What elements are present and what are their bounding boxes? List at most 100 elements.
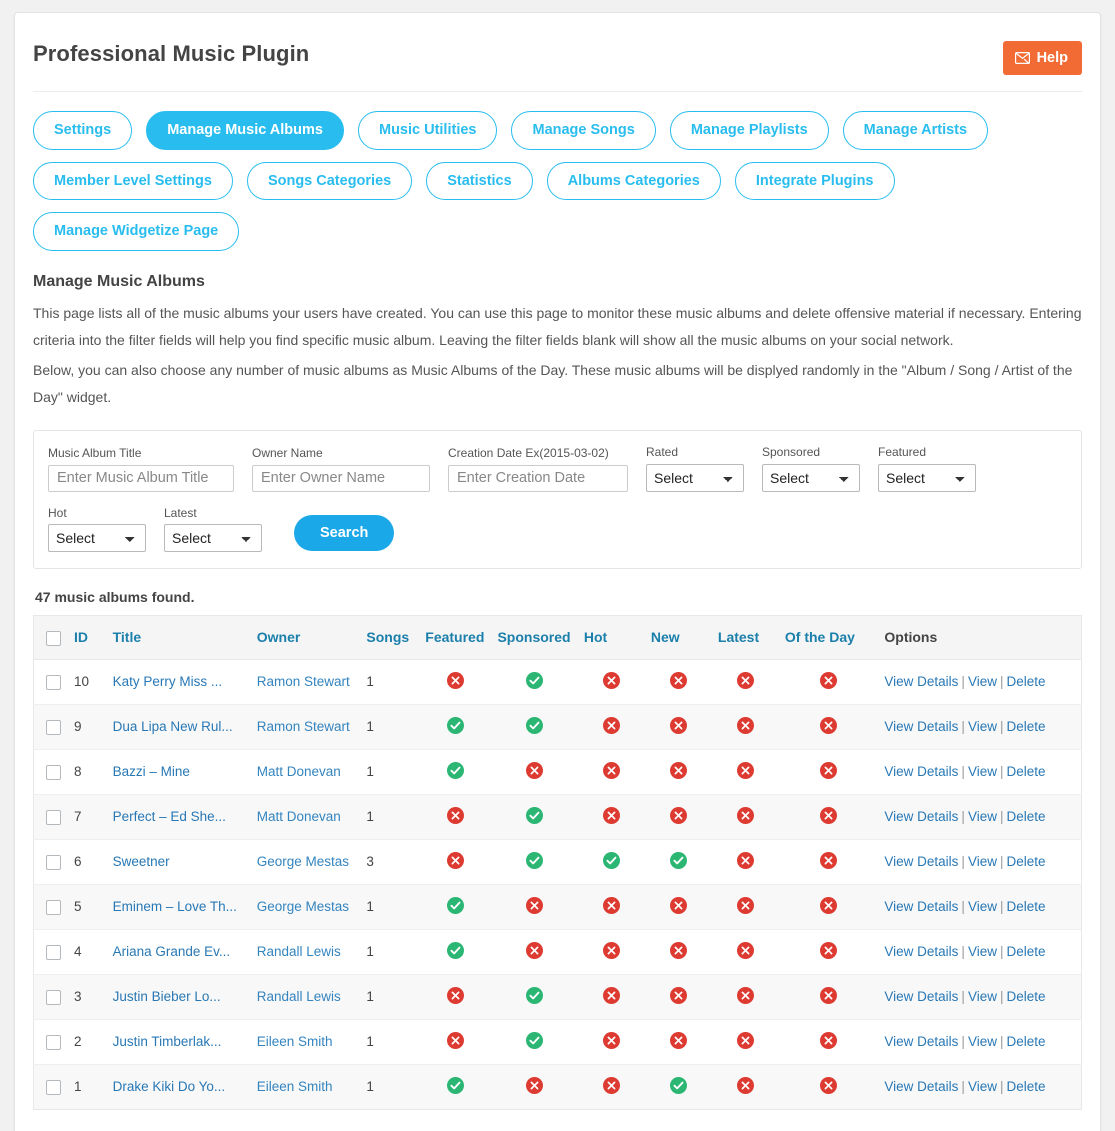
tab-integrate-plugins[interactable]: Integrate Plugins: [734, 161, 895, 201]
row-checkbox[interactable]: [46, 674, 61, 690]
album-title-link[interactable]: Katy Perry Miss ...: [113, 674, 223, 689]
tab-settings[interactable]: Settings: [33, 111, 133, 150]
cross-circle-icon: [446, 986, 464, 1004]
view-link[interactable]: View: [968, 989, 997, 1004]
header-title[interactable]: Title: [106, 615, 251, 660]
view-details-link[interactable]: View Details: [884, 809, 958, 824]
tab-manage-songs[interactable]: Manage Songs: [511, 111, 656, 150]
header-owner[interactable]: Owner: [250, 615, 361, 660]
row-checkbox[interactable]: [46, 944, 61, 960]
album-owner-link[interactable]: Eileen Smith: [257, 1034, 333, 1049]
search-button[interactable]: Search: [294, 514, 395, 551]
tab-manage-music-albums[interactable]: Manage Music Albums: [146, 111, 344, 150]
sponsored-select[interactable]: Select: [762, 463, 860, 492]
row-checkbox[interactable]: [46, 1079, 61, 1095]
view-link[interactable]: View: [968, 674, 997, 689]
album-title-link[interactable]: Drake Kiki Do Yo...: [113, 1079, 226, 1094]
album-title-link[interactable]: Justin Timberlak...: [113, 1034, 222, 1049]
album-title-link[interactable]: Ariana Grande Ev...: [113, 944, 231, 959]
delete-link[interactable]: Delete: [1006, 1079, 1045, 1094]
album-owner-link[interactable]: George Mestas: [257, 854, 349, 869]
music-album-title-input[interactable]: [48, 464, 234, 492]
album-title-link[interactable]: Sweetner: [113, 854, 170, 869]
row-checkbox[interactable]: [46, 899, 61, 915]
view-details-link[interactable]: View Details: [884, 1034, 958, 1049]
view-link[interactable]: View: [968, 764, 997, 779]
row-checkbox[interactable]: [46, 1034, 61, 1050]
album-owner-link[interactable]: Matt Donevan: [257, 809, 341, 824]
tab-member-level-settings[interactable]: Member Level Settings: [33, 161, 233, 201]
view-details-link[interactable]: View Details: [884, 899, 958, 914]
view-link[interactable]: View: [968, 809, 997, 824]
cell-new: [644, 659, 712, 705]
header-hot[interactable]: Hot: [577, 615, 645, 660]
delete-link[interactable]: Delete: [1006, 854, 1045, 869]
creation-date-input[interactable]: [448, 464, 628, 492]
tab-manage-playlists[interactable]: Manage Playlists: [669, 111, 829, 150]
view-details-link[interactable]: View Details: [884, 764, 958, 779]
album-title-link[interactable]: Dua Lipa New Rul...: [113, 719, 233, 734]
album-owner-link[interactable]: Eileen Smith: [257, 1079, 333, 1094]
cross-circle-icon: [820, 941, 838, 959]
header-songs[interactable]: Songs: [360, 615, 420, 660]
album-title-link[interactable]: Eminem – Love Th...: [113, 899, 237, 914]
view-link[interactable]: View: [968, 1034, 997, 1049]
tab-manage-widgetize-page[interactable]: Manage Widgetize Page: [33, 212, 240, 252]
album-title-link[interactable]: Perfect – Ed She...: [113, 809, 226, 824]
row-checkbox[interactable]: [46, 719, 61, 735]
tab-albums-categories[interactable]: Albums Categories: [546, 161, 721, 201]
album-owner-link[interactable]: Matt Donevan: [257, 764, 341, 779]
delete-link[interactable]: Delete: [1006, 944, 1045, 959]
header-of-the-day[interactable]: Of the Day: [778, 615, 879, 660]
header-latest[interactable]: Latest: [711, 615, 779, 660]
delete-link[interactable]: Delete: [1006, 674, 1045, 689]
select-all-checkbox[interactable]: [46, 630, 61, 646]
delete-link[interactable]: Delete: [1006, 764, 1045, 779]
delete-link[interactable]: Delete: [1006, 719, 1045, 734]
delete-link[interactable]: Delete: [1006, 1034, 1045, 1049]
view-link[interactable]: View: [968, 719, 997, 734]
cell-owner: Eileen Smith: [250, 1019, 361, 1065]
view-details-link[interactable]: View Details: [884, 989, 958, 1004]
header-id[interactable]: ID: [68, 615, 107, 660]
help-button[interactable]: Help: [1002, 41, 1082, 75]
tab-songs-categories[interactable]: Songs Categories: [246, 161, 413, 201]
header-sponsored[interactable]: Sponsored: [491, 615, 578, 660]
tab-music-utilities[interactable]: Music Utilities: [357, 111, 498, 150]
row-checkbox[interactable]: [46, 854, 61, 870]
header-featured[interactable]: Featured: [419, 615, 492, 660]
view-details-link[interactable]: View Details: [884, 1079, 958, 1094]
view-details-link[interactable]: View Details: [884, 944, 958, 959]
album-title-link[interactable]: Justin Bieber Lo...: [113, 989, 221, 1004]
header-new[interactable]: New: [644, 615, 712, 660]
album-title-link[interactable]: Bazzi – Mine: [113, 764, 190, 779]
table-header-row: ID Title Owner Songs Featured Sponsored …: [33, 615, 1082, 660]
hot-select[interactable]: Select: [48, 523, 146, 552]
latest-select[interactable]: Select: [164, 523, 262, 552]
view-link[interactable]: View: [968, 1079, 997, 1094]
featured-select[interactable]: Select: [878, 463, 976, 492]
tab-manage-artists[interactable]: Manage Artists: [842, 111, 989, 150]
cell-select: [33, 929, 69, 975]
album-owner-link[interactable]: Ramon Stewart: [257, 719, 350, 734]
row-checkbox[interactable]: [46, 809, 61, 825]
album-owner-link[interactable]: Ramon Stewart: [257, 674, 350, 689]
delete-link[interactable]: Delete: [1006, 809, 1045, 824]
tab-statistics[interactable]: Statistics: [426, 161, 533, 201]
view-details-link[interactable]: View Details: [884, 719, 958, 734]
view-link[interactable]: View: [968, 854, 997, 869]
cell-owner: Matt Donevan: [250, 749, 361, 795]
view-link[interactable]: View: [968, 944, 997, 959]
delete-link[interactable]: Delete: [1006, 989, 1045, 1004]
owner-name-input[interactable]: [252, 464, 430, 492]
view-details-link[interactable]: View Details: [884, 674, 958, 689]
album-owner-link[interactable]: George Mestas: [257, 899, 349, 914]
delete-link[interactable]: Delete: [1006, 899, 1045, 914]
row-checkbox[interactable]: [46, 989, 61, 1005]
rated-select[interactable]: Select: [646, 463, 744, 492]
album-owner-link[interactable]: Randall Lewis: [257, 989, 341, 1004]
view-link[interactable]: View: [968, 899, 997, 914]
album-owner-link[interactable]: Randall Lewis: [257, 944, 341, 959]
view-details-link[interactable]: View Details: [884, 854, 958, 869]
row-checkbox[interactable]: [46, 764, 61, 780]
